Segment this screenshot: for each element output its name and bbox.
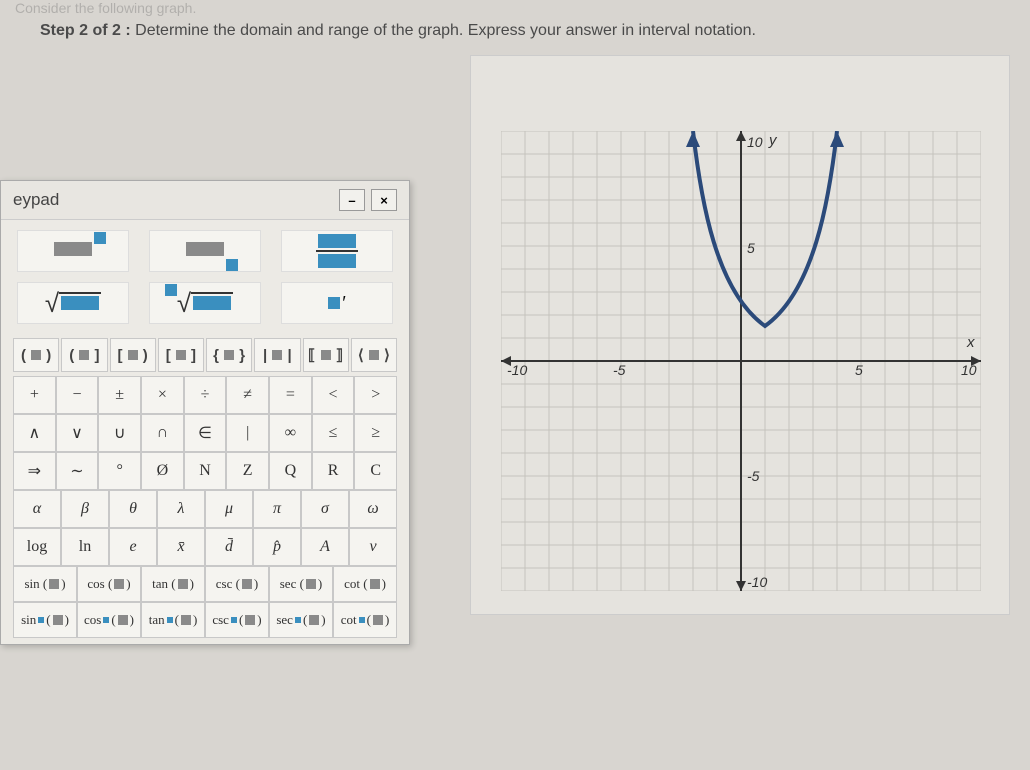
leftsq-paren-button[interactable]: [ ) [110,338,156,372]
pi-button[interactable]: π [253,490,301,528]
keypad-title: eypad [13,190,59,210]
lt-button[interactable]: < [312,376,355,414]
tick-xneg5: -5 [613,362,626,378]
dbar-button[interactable]: d̄ [205,528,253,566]
fraction-template[interactable] [281,230,393,272]
cot-pow-button[interactable]: cot() [333,602,397,638]
reals-button[interactable]: R [312,452,355,490]
infinity-button[interactable]: ∞ [269,414,312,452]
omega-button[interactable]: ω [349,490,397,528]
theta-button[interactable]: θ [109,490,157,528]
step-header: Step 2 of 2 : Determine the domain and r… [40,22,756,40]
curve-arrow-left [686,131,700,147]
plus-button[interactable]: + [13,376,56,414]
csc-button[interactable]: csc () [205,566,269,602]
curve-arrow-right [830,131,844,147]
lambda-button[interactable]: λ [157,490,205,528]
alpha-button[interactable]: α [13,490,61,528]
rationals-button[interactable]: Q [269,452,312,490]
tick-y10: 10 [747,134,763,150]
csc-pow-button[interactable]: csc() [205,602,269,638]
tan-button[interactable]: tan () [141,566,205,602]
x-axis-label: x [966,334,975,351]
tick-x10: 10 [961,362,977,378]
intersect-button[interactable]: ∩ [141,414,184,452]
curly-button[interactable]: { } [206,338,252,372]
e-button[interactable]: e [109,528,157,566]
implies-button[interactable]: ⇒ [13,452,56,490]
gt-button[interactable]: > [354,376,397,414]
sin-pow-button[interactable]: sin() [13,602,77,638]
dblsq-button[interactable]: ⟦ ⟧ [303,338,349,372]
union-button[interactable]: ∪ [98,414,141,452]
paren-both-button[interactable]: ( ) [13,338,59,372]
abs-button[interactable]: | | [254,338,300,372]
plusminus-button[interactable]: ± [98,376,141,414]
minus-button[interactable]: − [56,376,99,414]
ln-button[interactable]: ln [61,528,109,566]
cot-button[interactable]: cot () [333,566,397,602]
keypad-panel: eypad – × √ √ ′ [0,180,410,645]
complex-button[interactable]: C [354,452,397,490]
asub-button[interactable]: A [301,528,349,566]
sq-both-button[interactable]: [ ] [158,338,204,372]
log-button[interactable]: log [13,528,61,566]
cos-button[interactable]: cos () [77,566,141,602]
leq-button[interactable]: ≤ [312,414,355,452]
minimize-button[interactable]: – [339,189,365,211]
xbar-button[interactable]: x̄ [157,528,205,566]
graph-panel: -10 -5 5 10 5 10 -5 -10 y x [470,55,1010,615]
keypad-header: eypad – × [1,181,409,220]
divide-button[interactable]: ÷ [184,376,227,414]
step-text: Determine the domain and range of the gr… [135,22,756,39]
step-label: Step 2 of 2 : [40,22,131,39]
sec-button[interactable]: sec () [269,566,333,602]
eq-button[interactable]: = [269,376,312,414]
y-axis-label: y [768,132,778,149]
sigma-button[interactable]: σ [301,490,349,528]
element-button[interactable]: ∈ [184,414,227,452]
bar-button[interactable]: | [226,414,269,452]
nthroot-template[interactable]: √ [149,282,261,324]
cos-pow-button[interactable]: cos() [77,602,141,638]
and-button[interactable]: ∧ [13,414,56,452]
cropped-header-text: Consider the following graph. [15,0,196,16]
sec-pow-button[interactable]: sec() [269,602,333,638]
sin-button[interactable]: sin () [13,566,77,602]
tick-x5: 5 [855,362,863,378]
bracket-row: ( ) ( ] [ ) [ ] { } | | ⟦ ⟧ ⟨ ⟩ [7,334,403,376]
mu-button[interactable]: μ [205,490,253,528]
geq-button[interactable]: ≥ [354,414,397,452]
sqrt-template[interactable]: √ [17,282,129,324]
degree-button[interactable]: ° [98,452,141,490]
times-button[interactable]: × [141,376,184,414]
tick-y5: 5 [747,240,755,256]
naturals-button[interactable]: N [184,452,227,490]
or-button[interactable]: ∨ [56,414,99,452]
phat-button[interactable]: p̂ [253,528,301,566]
beta-button[interactable]: β [61,490,109,528]
tan-pow-button[interactable]: tan() [141,602,205,638]
tick-xneg10: -10 [507,362,527,378]
graph-plot: -10 -5 5 10 5 10 -5 -10 y x [501,131,981,591]
prime-template[interactable]: ′ [281,282,393,324]
exponent-template[interactable] [17,230,129,272]
tick-yneg10: -10 [747,574,767,590]
paren-rightsq-button[interactable]: ( ] [61,338,107,372]
subscript-template[interactable] [149,230,261,272]
nusub-button[interactable]: ν [349,528,397,566]
neq-button[interactable]: ≠ [226,376,269,414]
tick-yneg5: -5 [747,468,760,484]
integers-button[interactable]: Z [226,452,269,490]
tilde-button[interactable]: ∼ [56,452,99,490]
close-button[interactable]: × [371,189,397,211]
emptyset-button[interactable]: Ø [141,452,184,490]
angle-button[interactable]: ⟨ ⟩ [351,338,397,372]
